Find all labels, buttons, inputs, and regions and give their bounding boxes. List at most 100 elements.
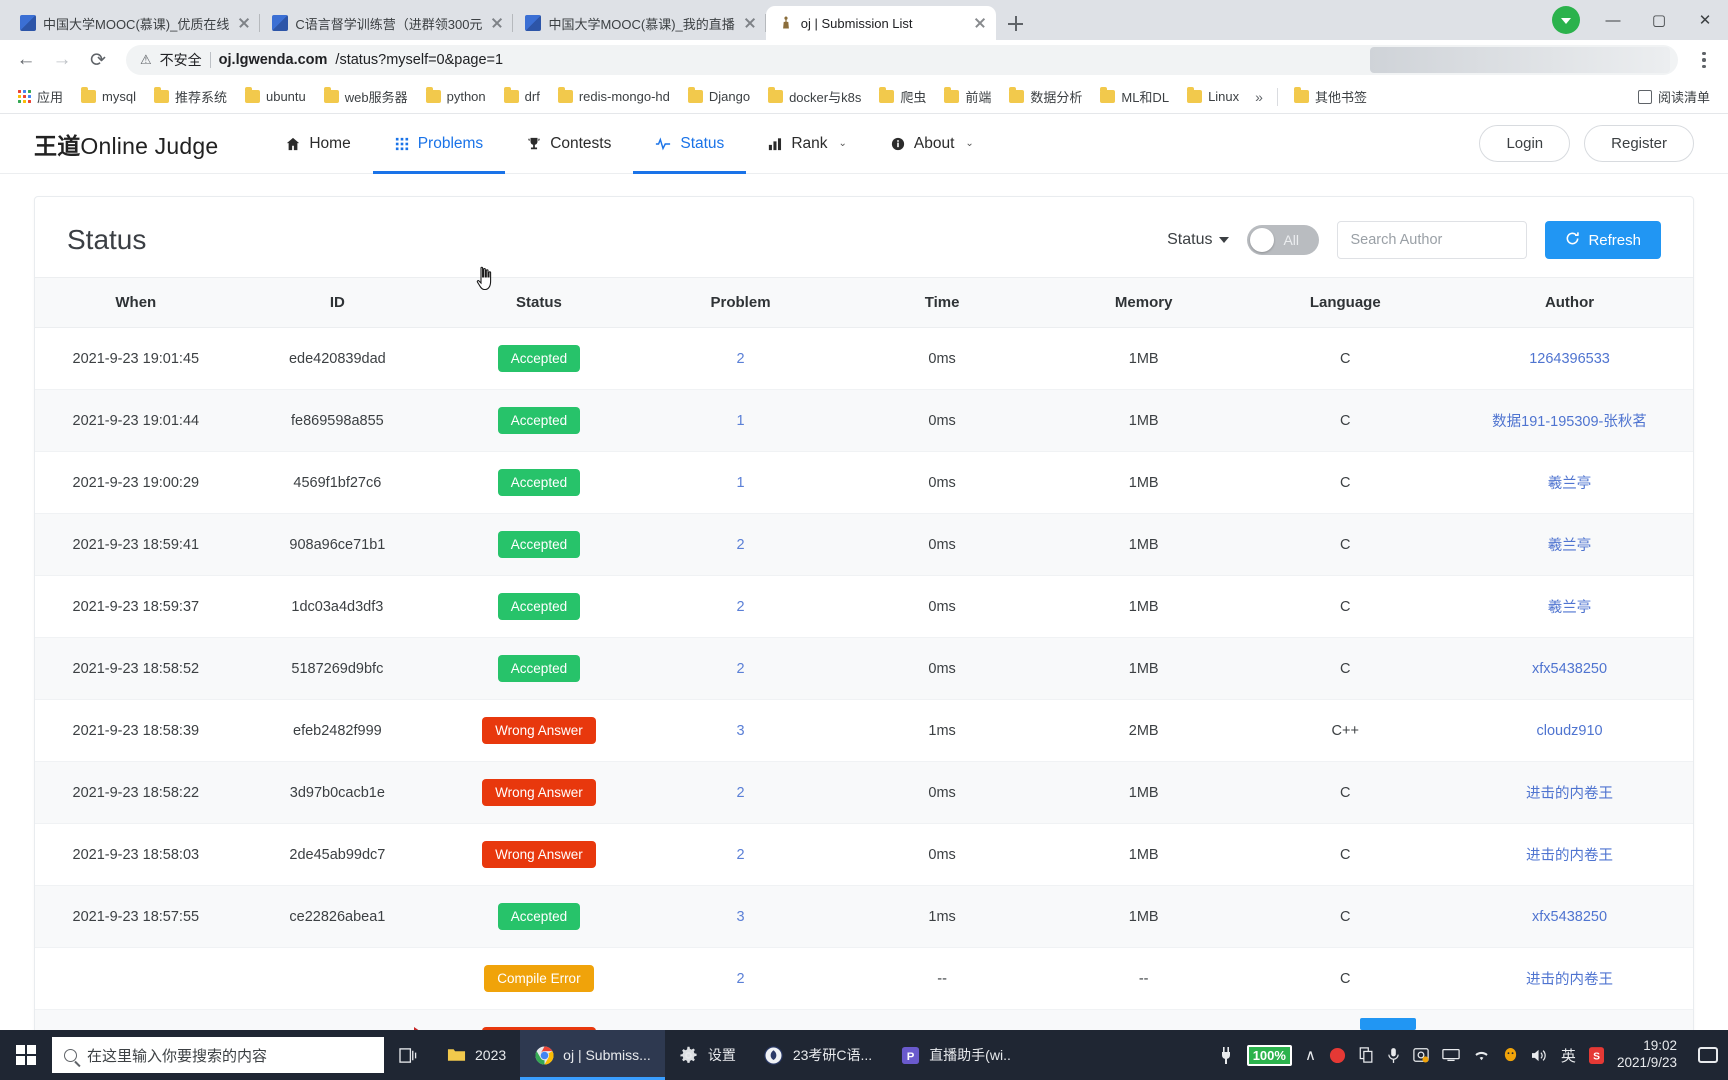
address-bar[interactable]: ⚠ 不安全 oj.lgwenda.com/status?myself=0&pag…	[126, 45, 1678, 75]
cell-author-value[interactable]: xfx5438250	[1532, 661, 1607, 677]
cell-problem-value[interactable]: 3	[736, 723, 744, 739]
bookmark-item[interactable]: 爬虫	[871, 83, 934, 110]
close-tab-icon[interactable]	[742, 15, 758, 31]
cell-problem-value[interactable]: 1	[736, 413, 744, 429]
cell-author-value[interactable]: 羲兰亭	[1548, 538, 1592, 554]
bookmark-item[interactable]: Linux	[1179, 85, 1247, 108]
bookmark-item[interactable]: mysql	[73, 85, 144, 108]
taskbar-search-box[interactable]: 在这里输入你要搜索的内容	[52, 1037, 384, 1073]
status-badge[interactable]: Wrong Answer	[482, 841, 596, 868]
new-tab-button[interactable]	[1002, 9, 1030, 37]
ime-indicator[interactable]: 英	[1561, 1045, 1576, 1066]
back-button[interactable]: ←	[10, 44, 42, 76]
column-header-when[interactable]: When	[35, 277, 237, 328]
bookmark-item[interactable]: docker与k8s	[760, 83, 869, 110]
status-badge[interactable]: Wrong Answer	[482, 717, 596, 744]
cell-author-value[interactable]: 数据191-195309-张秋茗	[1492, 414, 1647, 430]
status-badge[interactable]: Accepted	[497, 903, 581, 930]
browser-tab-active[interactable]: oj | Submission List	[765, 6, 996, 40]
copy-icon[interactable]	[1359, 1047, 1374, 1063]
cell-problem-value[interactable]: 2	[736, 351, 744, 367]
cell-problem-value[interactable]: 2	[736, 661, 744, 677]
plug-icon[interactable]	[1218, 1046, 1234, 1064]
microphone-icon[interactable]	[1387, 1047, 1400, 1064]
status-badge[interactable]: Accepted	[497, 593, 581, 620]
nav-item-home[interactable]: Home	[264, 114, 372, 174]
status-badge[interactable]: Accepted	[497, 407, 581, 434]
bookmark-item[interactable]: drf	[496, 85, 548, 108]
nav-item-problems[interactable]: Problems	[372, 114, 506, 174]
maximize-window-button[interactable]: ▢	[1636, 0, 1682, 40]
record-icon[interactable]	[1329, 1047, 1346, 1064]
close-window-button[interactable]: ✕	[1682, 0, 1728, 40]
bookmark-item[interactable]: redis-mongo-hd	[550, 85, 678, 108]
nav-item-rank[interactable]: Rank ⌄	[746, 114, 869, 174]
taskbar-item-settings[interactable]: 设置	[665, 1030, 750, 1080]
cell-problem-value[interactable]: 2	[736, 971, 744, 987]
column-header-status[interactable]: Status	[438, 277, 640, 328]
close-tab-icon[interactable]	[972, 15, 988, 31]
cell-problem-value[interactable]: 3	[736, 909, 744, 925]
taskbar-item-chrome[interactable]: oj | Submiss...	[520, 1030, 665, 1080]
column-header-language[interactable]: Language	[1244, 277, 1447, 328]
all-toggle[interactable]: All	[1247, 225, 1320, 255]
screenshot-icon[interactable]	[1413, 1047, 1429, 1063]
reload-button[interactable]: ⟳	[82, 44, 114, 76]
bookmark-item[interactable]: 前端	[936, 83, 999, 110]
status-badge[interactable]: Wrong Answer	[482, 779, 596, 806]
status-badge[interactable]: Compile Error	[484, 965, 594, 992]
status-filter-dropdown[interactable]: Status	[1167, 231, 1230, 249]
cell-author-value[interactable]: xfx5438250	[1532, 909, 1607, 925]
nav-item-status[interactable]: Status	[633, 114, 747, 174]
start-button[interactable]	[0, 1030, 52, 1080]
bookmarks-overflow-button[interactable]: »	[1249, 85, 1269, 109]
chevron-up-icon[interactable]: ∧	[1305, 1046, 1316, 1064]
bookmark-item[interactable]: 数据分析	[1001, 83, 1090, 110]
cell-problem-value[interactable]: 2	[736, 537, 744, 553]
cell-problem-value[interactable]: 2	[736, 599, 744, 615]
bookmark-item[interactable]: 推荐系统	[146, 83, 235, 110]
taskbar-item-kaoyan[interactable]: 23考研C语...	[750, 1030, 886, 1080]
display-icon[interactable]	[1442, 1048, 1460, 1062]
cell-author-value[interactable]: 羲兰亭	[1548, 476, 1592, 492]
qq-icon[interactable]	[1503, 1047, 1518, 1064]
close-tab-icon[interactable]	[489, 15, 505, 31]
minimize-window-button[interactable]: —	[1590, 0, 1636, 40]
status-badge[interactable]: Accepted	[497, 345, 581, 372]
column-header-problem[interactable]: Problem	[639, 277, 842, 328]
column-header-memory[interactable]: Memory	[1042, 277, 1245, 328]
nav-item-about[interactable]: About ⌄	[869, 114, 996, 174]
register-button[interactable]: Register	[1584, 125, 1694, 162]
bookmark-apps[interactable]: 应用	[10, 83, 71, 110]
cell-problem-value[interactable]: 1	[736, 475, 744, 491]
download-badge-icon[interactable]	[1552, 6, 1580, 34]
notifications-icon[interactable]	[1698, 1047, 1718, 1063]
site-brand[interactable]: 王道Online Judge	[34, 127, 218, 161]
taskbar-item-live-assistant[interactable]: P 直播助手(wi..	[886, 1030, 1025, 1080]
cell-problem-value[interactable]: 2	[736, 785, 744, 801]
browser-tab[interactable]: 中国大学MOOC(慕课)_我的直播	[513, 6, 767, 40]
task-view-button[interactable]	[384, 1030, 432, 1080]
pagination-active-indicator[interactable]	[1360, 1018, 1416, 1030]
column-header-author[interactable]: Author	[1446, 277, 1693, 328]
nav-item-contests[interactable]: Contests	[505, 114, 633, 174]
bookmark-item[interactable]: ML和DL	[1092, 83, 1177, 110]
cell-author-value[interactable]: 进击的内卷王	[1526, 848, 1613, 864]
sogou-icon[interactable]: S	[1588, 1046, 1604, 1064]
cell-author-value[interactable]: 1264396533	[1529, 351, 1610, 367]
login-button[interactable]: Login	[1479, 125, 1571, 162]
bookmark-item[interactable]: python	[418, 85, 494, 108]
cell-author-value[interactable]: 羲兰亭	[1548, 600, 1592, 616]
status-badge[interactable]: Accepted	[497, 469, 581, 496]
cell-author-value[interactable]: 进击的内卷王	[1526, 786, 1613, 802]
battery-indicator[interactable]: 100%	[1246, 1044, 1292, 1066]
close-tab-icon[interactable]	[236, 15, 252, 31]
browser-tab[interactable]: C语言督学训练营（进群领300元	[260, 6, 514, 40]
reading-list-button[interactable]: 阅读清单	[1630, 83, 1718, 110]
volume-icon[interactable]	[1531, 1048, 1548, 1063]
cell-author-value[interactable]: cloudz910	[1536, 723, 1602, 739]
bookmark-item[interactable]: web服务器	[316, 83, 416, 110]
refresh-button[interactable]: Refresh	[1545, 221, 1661, 259]
status-badge[interactable]: Accepted	[497, 655, 581, 682]
search-author-input[interactable]	[1337, 221, 1528, 259]
